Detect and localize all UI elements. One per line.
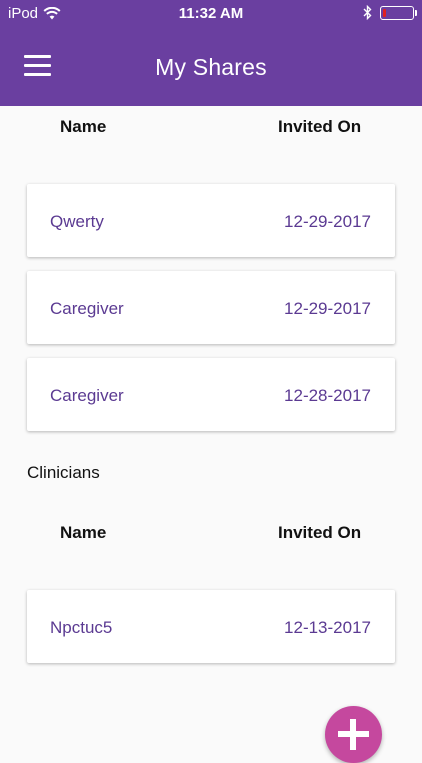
clinician-name: Npctuc5 <box>50 618 113 637</box>
status-right <box>363 5 417 20</box>
bluetooth-icon <box>363 5 372 20</box>
share-name: Caregiver <box>50 386 124 405</box>
column-header-invited-on: Invited On <box>278 117 362 136</box>
page-title: My Shares <box>155 54 267 80</box>
share-row[interactable]: Caregiver 12-28-2017 <box>27 358 395 431</box>
column-header-name: Name <box>60 523 107 542</box>
battery-icon <box>380 5 417 20</box>
status-time: 11:32 AM <box>178 5 244 22</box>
clinician-row[interactable]: Npctuc5 12-13-2017 <box>27 590 395 663</box>
share-row[interactable]: Qwerty 12-29-2017 <box>27 184 395 257</box>
share-name: Qwerty <box>50 212 104 231</box>
share-invited-date: 12-29-2017 <box>284 299 371 318</box>
column-header-invited-on: Invited On <box>278 523 362 542</box>
battery-level <box>383 8 386 17</box>
app-header: iPod 11:32 AM My Shares <box>0 0 422 106</box>
share-invited-date: 12-28-2017 <box>284 386 371 405</box>
share-row[interactable]: Caregiver 12-29-2017 <box>27 271 395 344</box>
share-invited-date: 12-29-2017 <box>284 212 371 231</box>
clinician-invited-date: 12-13-2017 <box>284 618 371 637</box>
status-bar: iPod 11:32 AM <box>0 0 422 28</box>
add-share-button[interactable] <box>325 706 382 763</box>
section-label-clinicians: Clinicians <box>27 463 100 482</box>
share-name: Caregiver <box>50 299 124 318</box>
column-header-name: Name <box>60 117 107 136</box>
